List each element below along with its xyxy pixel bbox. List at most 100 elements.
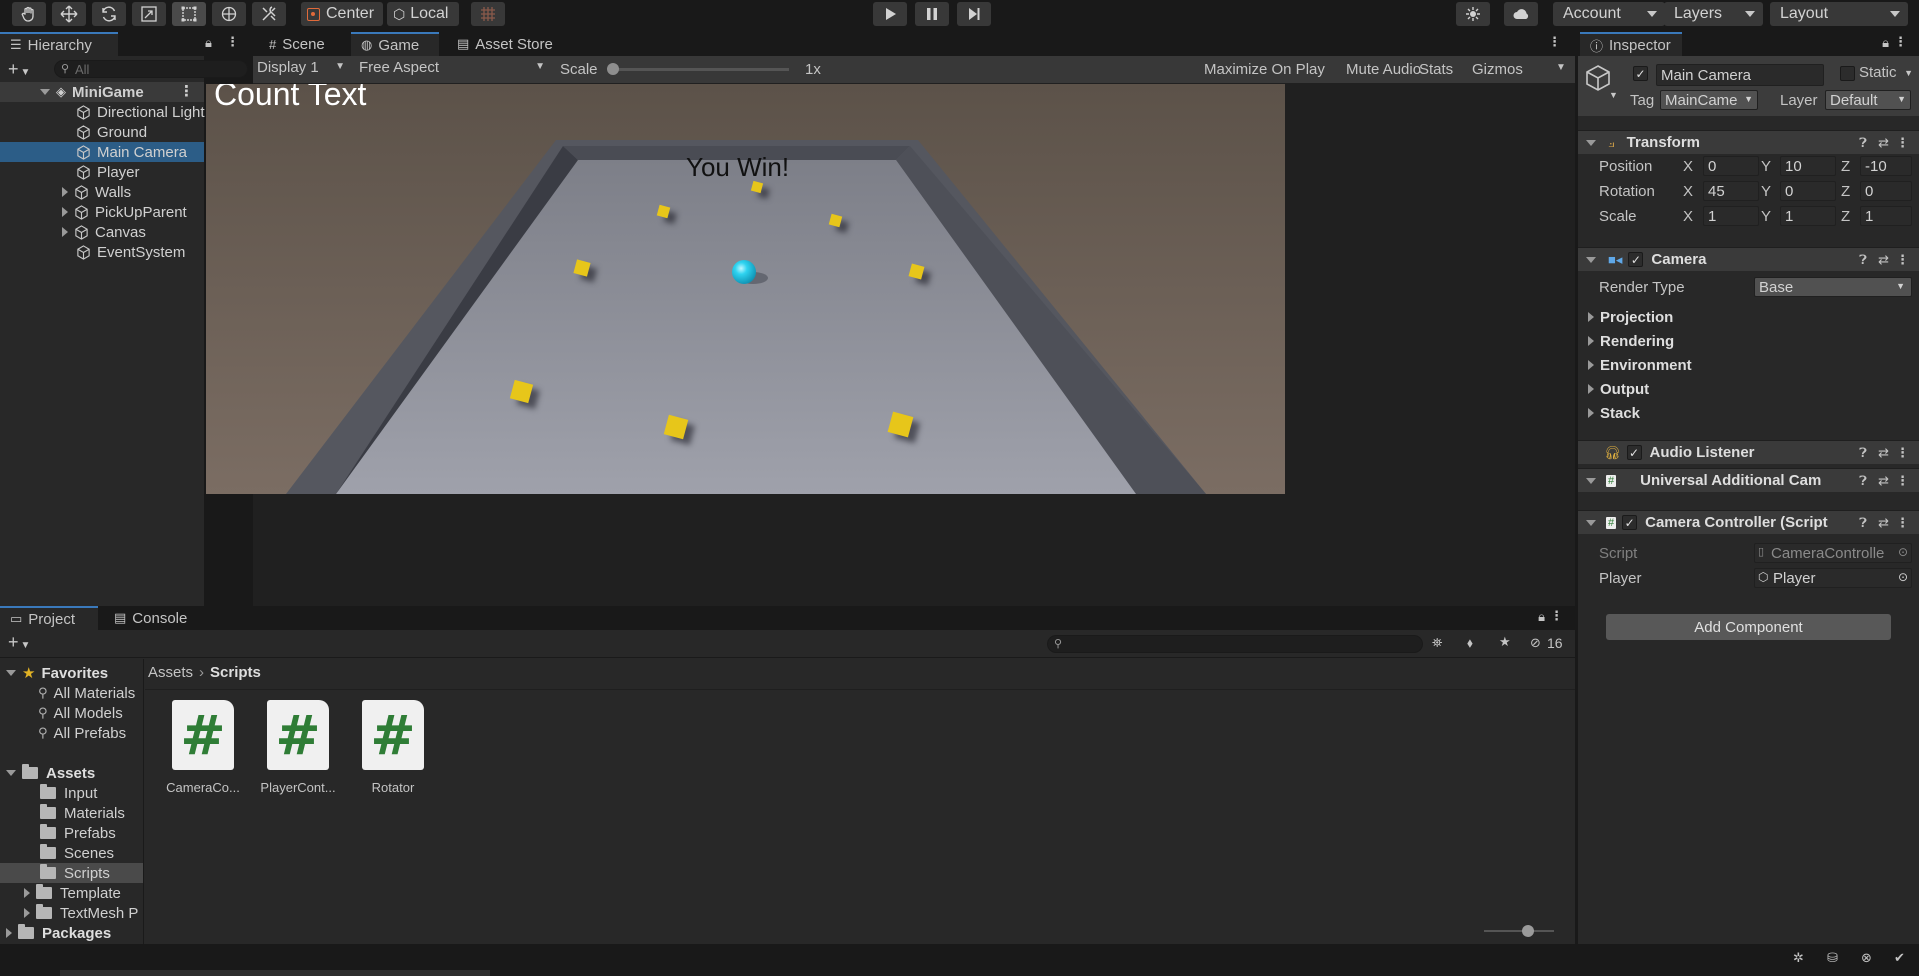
scene-row[interactable]: ◈ MiniGame ⋮ [0,82,204,102]
universal-additional-header[interactable]: # Universal Additional Cam ❓︎ ⇄ ⋮ [1578,468,1919,492]
hierarchy-item[interactable]: Ground [0,122,204,142]
camera-section-foldout[interactable]: Stack [1578,401,1919,425]
help-icon[interactable]: ❓︎ [1859,445,1867,461]
player-field[interactable]: ⬡ Player ⊙ [1754,568,1912,588]
tab-console[interactable]: ▤ Console [104,606,197,630]
lock-icon[interactable]: 🔒︎ [1538,609,1545,625]
more-options-icon[interactable]: ⋮ [226,34,239,50]
maximize-on-play-toggle[interactable]: Maximize On Play [1204,61,1325,78]
tag-dropdown[interactable]: MainCame ▼ [1660,90,1758,110]
presets-icon[interactable]: ⇄ [1878,515,1889,531]
play-button[interactable] [873,2,907,26]
asset-folder-item[interactable]: Materials [0,803,143,823]
create-asset-button[interactable]: + ▼ [8,632,30,653]
aspect-dropdown[interactable]: Free Aspect ▼ [355,59,551,79]
auto-generate-lighting-icon[interactable]: ⊗ [1861,950,1872,966]
hand-tool-button[interactable] [12,2,46,26]
camera-controller-header[interactable]: # ✓ Camera Controller (Script ❓︎ ⇄ ⋮ [1578,510,1919,534]
help-icon[interactable]: ❓︎ [1859,515,1867,531]
services-button[interactable] [1456,2,1490,26]
tab-scene[interactable]: # Scene [259,32,335,56]
asset-folder-item[interactable]: Scenes [0,843,143,863]
tab-game[interactable]: ◍ Game [351,32,439,56]
scale-x-field[interactable]: 1 [1703,206,1759,226]
static-checkbox[interactable] [1840,66,1855,81]
more-options-icon[interactable]: ⋮ [1550,608,1563,624]
help-icon[interactable]: ❓︎ [1859,135,1867,151]
add-component-button[interactable]: Add Component [1606,614,1891,640]
pivot-space-button[interactable]: ⬡ Local [387,2,459,26]
asset-file[interactable]: # Rotator [353,700,433,795]
scale-slider[interactable] [607,63,789,75]
grid-snap-button[interactable] [471,2,505,26]
tab-inspector[interactable]: ⓘ Inspector [1580,32,1682,56]
hierarchy-item[interactable]: Main Camera [0,142,204,162]
scrollbar[interactable] [60,970,490,976]
lock-icon[interactable]: 🔒︎ [1882,35,1889,51]
game-view[interactable]: Count Text You Win! [206,84,1285,494]
scene-menu-icon[interactable]: ⋮ [179,82,194,100]
asset-file[interactable]: # PlayerCont... [258,700,338,795]
asset-folder-item[interactable]: Input [0,783,143,803]
layout-dropdown[interactable]: Layout [1770,2,1908,26]
camera-section-foldout[interactable]: Projection [1578,305,1919,329]
hierarchy-item[interactable]: Canvas [0,222,204,242]
audio-listener-enabled-checkbox[interactable]: ✓ [1626,445,1642,460]
stats-toggle[interactable]: Stats [1419,61,1453,78]
more-options-icon[interactable]: ⋮ [1896,445,1909,461]
favorite-item[interactable]: ⚲ All Models [0,703,143,723]
asset-folder-item[interactable]: Template [0,883,143,903]
search-by-label-icon[interactable]: ⬧ [1467,635,1473,651]
more-options-icon[interactable]: ⋮ [1896,252,1909,268]
help-icon[interactable]: ❓︎ [1859,252,1867,268]
breadcrumb-assets[interactable]: Assets [148,664,193,681]
layer-dropdown[interactable]: Default ▼ [1825,90,1911,110]
position-x-field[interactable]: 0 [1703,156,1759,176]
transform-header[interactable]: ⟓ Transform ❓︎ ⇄ ⋮ [1578,130,1919,154]
collab-cloud-button[interactable] [1504,2,1538,26]
gizmos-toggle[interactable]: Gizmos [1472,61,1523,78]
more-options-icon[interactable]: ⋮ [1894,34,1907,50]
custom-tools-button[interactable] [252,2,286,26]
favorite-star-icon[interactable]: ★ [1499,634,1511,650]
presets-icon[interactable]: ⇄ [1878,445,1889,461]
position-z-field[interactable]: -10 [1860,156,1912,176]
scale-slider-handle[interactable] [607,63,619,75]
favorite-item[interactable]: ⚲ All Prefabs [0,723,143,743]
icon-size-slider[interactable] [1484,925,1554,937]
asset-folder-item[interactable]: Scripts [0,863,143,883]
hidden-packages-icon[interactable]: ⊘ [1530,635,1541,651]
camera-section-foldout[interactable]: Output [1578,377,1919,401]
mute-audio-toggle[interactable]: Mute Audio [1346,61,1421,78]
account-dropdown[interactable]: Account [1553,2,1665,26]
asset-file[interactable]: # CameraCo... [163,700,243,795]
display-dropdown[interactable]: Display 1 ▼ [257,59,351,79]
favorites-row[interactable]: ★ Favorites [0,663,143,683]
hierarchy-item[interactable]: Player [0,162,204,182]
progress-check-icon[interactable]: ✔ [1894,950,1905,966]
hierarchy-item[interactable]: Walls [0,182,204,202]
camera-header[interactable]: ■◂ ✓ Camera ❓︎ ⇄ ⋮ [1578,247,1919,271]
favorite-item[interactable]: ⚲ All Materials [0,683,143,703]
more-options-icon[interactable]: ⋮ [1896,515,1909,531]
transform-tool-button[interactable] [212,2,246,26]
tab-asset-store[interactable]: ▤ Asset Store [447,32,563,56]
rotate-tool-button[interactable] [92,2,126,26]
gizmos-chevron-down-icon[interactable]: ▼ [1556,62,1566,73]
rotation-z-field[interactable]: 0 [1860,181,1912,201]
position-y-field[interactable]: 10 [1780,156,1836,176]
rect-tool-button[interactable] [172,2,206,26]
active-checkbox[interactable]: ✓ [1633,66,1648,81]
debug-bug-icon[interactable]: ✲ [1793,950,1804,966]
render-type-dropdown[interactable]: Base ▼ [1754,277,1912,297]
step-button[interactable] [957,2,991,26]
hierarchy-item[interactable]: Directional Light [0,102,205,122]
breadcrumb-scripts[interactable]: Scripts [210,664,261,681]
search-by-type-icon[interactable]: ⛯ [1432,635,1442,651]
audio-listener-header[interactable]: 🎧︎ ✓ Audio Listener ❓︎ ⇄ ⋮ [1578,440,1919,464]
rotation-y-field[interactable]: 0 [1780,181,1836,201]
chevron-down-icon[interactable]: ▼ [1609,90,1618,100]
asset-folder-item[interactable]: Prefabs [0,823,143,843]
asset-folder-item[interactable]: TextMesh P [0,903,143,923]
more-options-icon[interactable]: ⋮ [1896,135,1909,151]
